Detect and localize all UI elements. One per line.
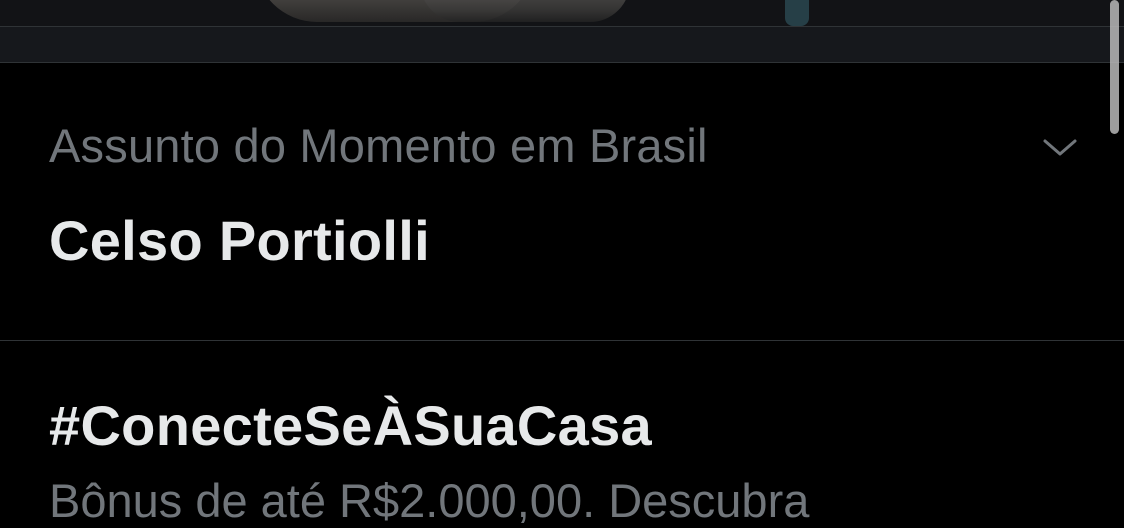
media-image-region (785, 0, 809, 26)
media-image-region (420, 0, 630, 22)
trend-item[interactable]: #ConecteSeÀSuaCasa Bônus de até R$2.000,… (0, 342, 1124, 527)
trend-title: Celso Portiolli (49, 209, 430, 272)
trend-title: #ConecteSeÀSuaCasa (49, 394, 652, 457)
trend-description: Bônus de até R$2.000,00. Descubra (49, 474, 810, 527)
section-separator (0, 26, 1124, 63)
scrollbar-thumb[interactable] (1110, 0, 1119, 134)
trend-more-button[interactable] (1036, 123, 1084, 171)
media-thumbnail-strip[interactable] (0, 0, 1124, 26)
chevron-down-icon (1043, 139, 1077, 156)
trend-context-label: Assunto do Momento em Brasil (49, 119, 708, 172)
scrollbar[interactable] (1106, 0, 1124, 514)
trend-item[interactable]: Assunto do Momento em Brasil Celso Porti… (0, 63, 1124, 341)
